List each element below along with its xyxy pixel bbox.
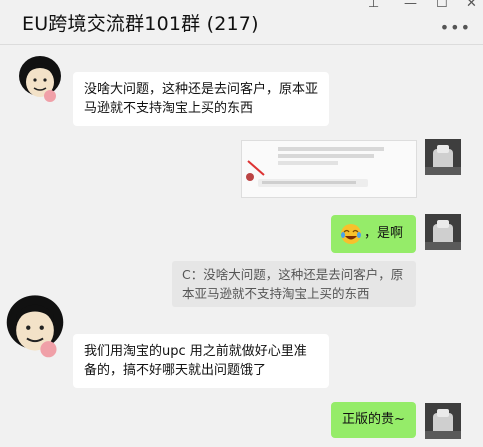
title-divider [0, 44, 483, 45]
message-bubble-right[interactable]: 正版的贵~ [331, 402, 416, 438]
meme-avatar-icon[interactable] [14, 52, 66, 104]
close-icon[interactable]: ✕ [466, 0, 477, 11]
message-bubble-right[interactable]: ，是啊 [331, 215, 416, 253]
user-avatar-icon[interactable] [425, 214, 461, 250]
pin-icon[interactable]: ⊥ [368, 0, 379, 11]
message-text: 正版的贵~ [342, 412, 405, 427]
image-message[interactable] [241, 140, 417, 198]
message-text: 没啥大问题，这种还是去问客户，原本亚马逊就不支持淘宝上买的东西 [84, 82, 319, 116]
maximize-icon[interactable]: ☐ [436, 0, 448, 11]
more-options-icon[interactable]: ••• [440, 18, 471, 37]
minimize-icon[interactable]: — [404, 0, 417, 11]
message-text: 我们用淘宝的upc 用之前就做好心里准备的，搞不好哪天就出问题饿了 [84, 344, 307, 378]
meme-avatar-icon[interactable] [0, 290, 70, 360]
quote-text: C：没啥大问题，这种还是去问客户，原本亚马逊就不支持淘宝上买的东西 [182, 267, 404, 301]
chat-title: EU跨境交流群101群 (217) [22, 13, 259, 35]
title-bar: EU跨境交流群101群 (217) ⊥ — ☐ ✕ ••• [0, 0, 483, 44]
screenshot-thumbnail [242, 141, 416, 197]
quoted-message[interactable]: C：没啥大问题，这种还是去问客户，原本亚马逊就不支持淘宝上买的东西 [172, 261, 416, 307]
user-avatar-icon[interactable] [425, 403, 461, 439]
message-text: ，是啊 [364, 226, 404, 241]
message-bubble-left[interactable]: 我们用淘宝的upc 用之前就做好心里准备的，搞不好哪天就出问题饿了 [73, 334, 329, 388]
message-bubble-left[interactable]: 没啥大问题，这种还是去问客户，原本亚马逊就不支持淘宝上买的东西 [73, 72, 329, 126]
user-avatar-icon[interactable] [425, 139, 461, 175]
grinning-tears-emoji-icon [341, 224, 361, 244]
